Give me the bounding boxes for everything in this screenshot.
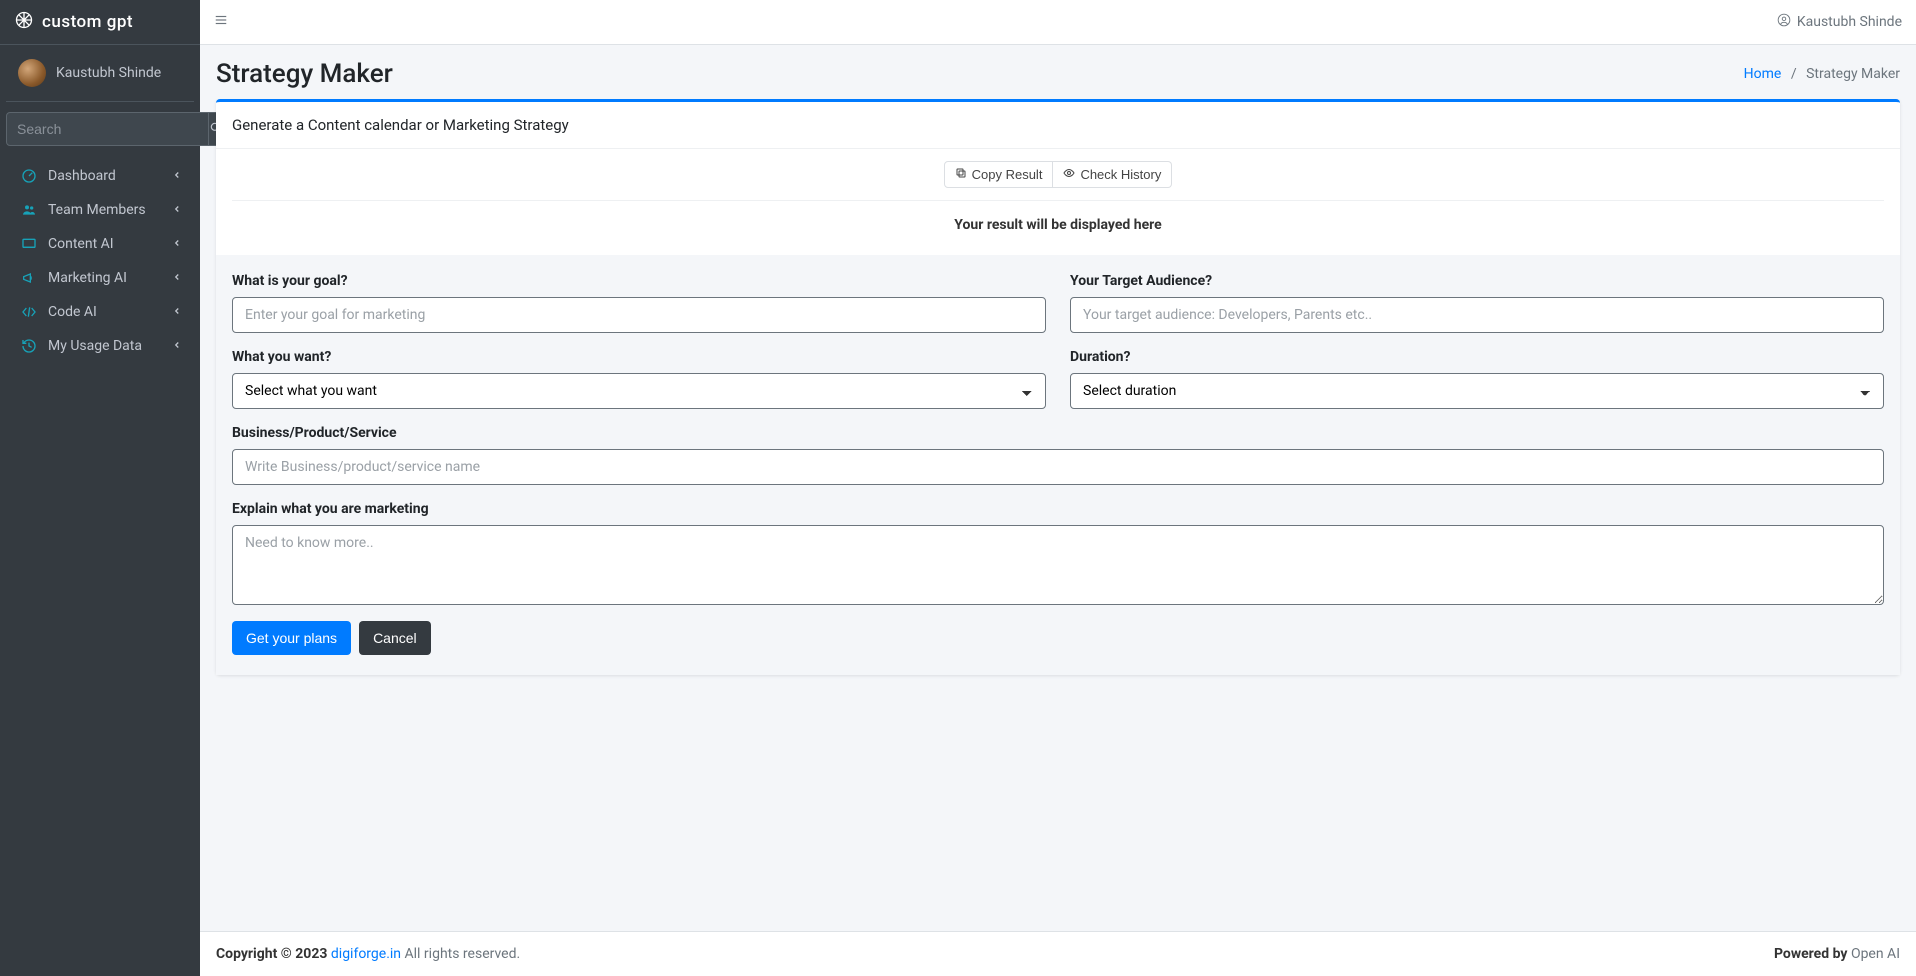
page-title: Strategy Maker bbox=[216, 59, 393, 89]
bullhorn-icon bbox=[18, 270, 40, 286]
sidebar-item-code-ai[interactable]: Code AI bbox=[8, 296, 192, 328]
sidebar-user[interactable]: Kaustubh Shinde bbox=[6, 45, 194, 102]
goal-input[interactable] bbox=[232, 297, 1046, 333]
footer-copyright-suffix: All rights reserved. bbox=[401, 946, 520, 962]
footer-powered-label: Powered by bbox=[1774, 946, 1851, 962]
sidebar-item-label: Code AI bbox=[48, 304, 172, 320]
copy-result-button[interactable]: Copy Result bbox=[944, 161, 1054, 188]
cancel-button[interactable]: Cancel bbox=[359, 621, 431, 655]
breadcrumb-home[interactable]: Home bbox=[1744, 66, 1782, 82]
sidebar-item-label: Team Members bbox=[48, 202, 172, 218]
sidebar-item-label: Content AI bbox=[48, 236, 172, 252]
want-select[interactable]: Select what you want bbox=[232, 373, 1046, 409]
sidebar-item-label: Dashboard bbox=[48, 168, 172, 184]
sidebar-item-usage-data[interactable]: My Usage Data bbox=[8, 330, 192, 362]
submit-button[interactable]: Get your plans bbox=[232, 621, 351, 655]
explain-label: Explain what you are marketing bbox=[232, 501, 1884, 517]
goal-label: What is your goal? bbox=[232, 273, 1046, 289]
breadcrumb-separator: / bbox=[1791, 66, 1797, 82]
want-label: What you want? bbox=[232, 349, 1046, 365]
chevron-left-icon bbox=[172, 236, 182, 252]
chevron-left-icon bbox=[172, 304, 182, 320]
sidebar: custom gpt Kaustubh Shinde Dashboard bbox=[0, 0, 200, 976]
footer-link[interactable]: digiforge.in bbox=[331, 946, 401, 962]
card-title: Generate a Content calendar or Marketing… bbox=[216, 102, 1900, 149]
explain-textarea[interactable] bbox=[232, 525, 1884, 605]
footer: Copyright © 2023 digiforge.in All rights… bbox=[200, 931, 1916, 976]
breadcrumb: Home / Strategy Maker bbox=[1744, 66, 1900, 82]
avatar bbox=[18, 59, 46, 87]
user-circle-icon bbox=[1777, 13, 1791, 31]
code-icon bbox=[18, 304, 40, 320]
sidebar-item-marketing-ai[interactable]: Marketing AI bbox=[8, 262, 192, 294]
topbar: Kaustubh Shinde bbox=[200, 0, 1916, 45]
business-input[interactable] bbox=[232, 449, 1884, 485]
result-placeholder: Your result will be displayed here bbox=[232, 201, 1884, 243]
sidebar-item-label: Marketing AI bbox=[48, 270, 172, 286]
copy-result-label: Copy Result bbox=[972, 167, 1043, 182]
chevron-left-icon bbox=[172, 202, 182, 218]
form: What is your goal? Your Target Audience?… bbox=[216, 255, 1900, 675]
check-history-button[interactable]: Check History bbox=[1053, 161, 1172, 188]
topbar-user[interactable]: Kaustubh Shinde bbox=[1777, 13, 1902, 31]
sidebar-item-content-ai[interactable]: Content AI bbox=[8, 228, 192, 260]
breadcrumb-current: Strategy Maker bbox=[1806, 66, 1900, 82]
sidebar-item-dashboard[interactable]: Dashboard bbox=[8, 160, 192, 192]
topbar-user-name: Kaustubh Shinde bbox=[1797, 14, 1902, 30]
duration-label: Duration? bbox=[1070, 349, 1884, 365]
brand[interactable]: custom gpt bbox=[0, 0, 200, 45]
copy-icon bbox=[955, 167, 967, 182]
business-label: Business/Product/Service bbox=[232, 425, 1884, 441]
card-strategy-maker: Generate a Content calendar or Marketing… bbox=[216, 99, 1900, 675]
audience-input[interactable] bbox=[1070, 297, 1884, 333]
history-icon bbox=[18, 338, 40, 354]
duration-select[interactable]: Select duration bbox=[1070, 373, 1884, 409]
sidebar-item-team-members[interactable]: Team Members bbox=[8, 194, 192, 226]
eye-icon bbox=[1063, 167, 1075, 182]
audience-label: Your Target Audience? bbox=[1070, 273, 1884, 289]
check-history-label: Check History bbox=[1080, 167, 1161, 182]
chevron-left-icon bbox=[172, 338, 182, 354]
users-icon bbox=[18, 202, 40, 218]
main: Kaustubh Shinde Strategy Maker Home / St… bbox=[200, 0, 1916, 976]
chevron-left-icon bbox=[172, 168, 182, 184]
sidebar-user-name: Kaustubh Shinde bbox=[56, 65, 161, 81]
content-header: Strategy Maker Home / Strategy Maker bbox=[200, 45, 1916, 99]
chevron-left-icon bbox=[172, 270, 182, 286]
brand-logo-icon bbox=[14, 10, 34, 34]
brand-name: custom gpt bbox=[42, 12, 133, 32]
search-input[interactable] bbox=[6, 112, 209, 146]
monitor-icon bbox=[18, 236, 40, 252]
sidebar-item-label: My Usage Data bbox=[48, 338, 172, 354]
footer-copyright-prefix: Copyright © 2023 bbox=[216, 946, 331, 962]
nav: Dashboard Team Members Content AI Market… bbox=[0, 156, 200, 368]
menu-toggle[interactable] bbox=[214, 13, 228, 31]
footer-powered-by: Open AI bbox=[1851, 946, 1900, 962]
hamburger-icon bbox=[214, 15, 228, 31]
gauge-icon bbox=[18, 168, 40, 184]
